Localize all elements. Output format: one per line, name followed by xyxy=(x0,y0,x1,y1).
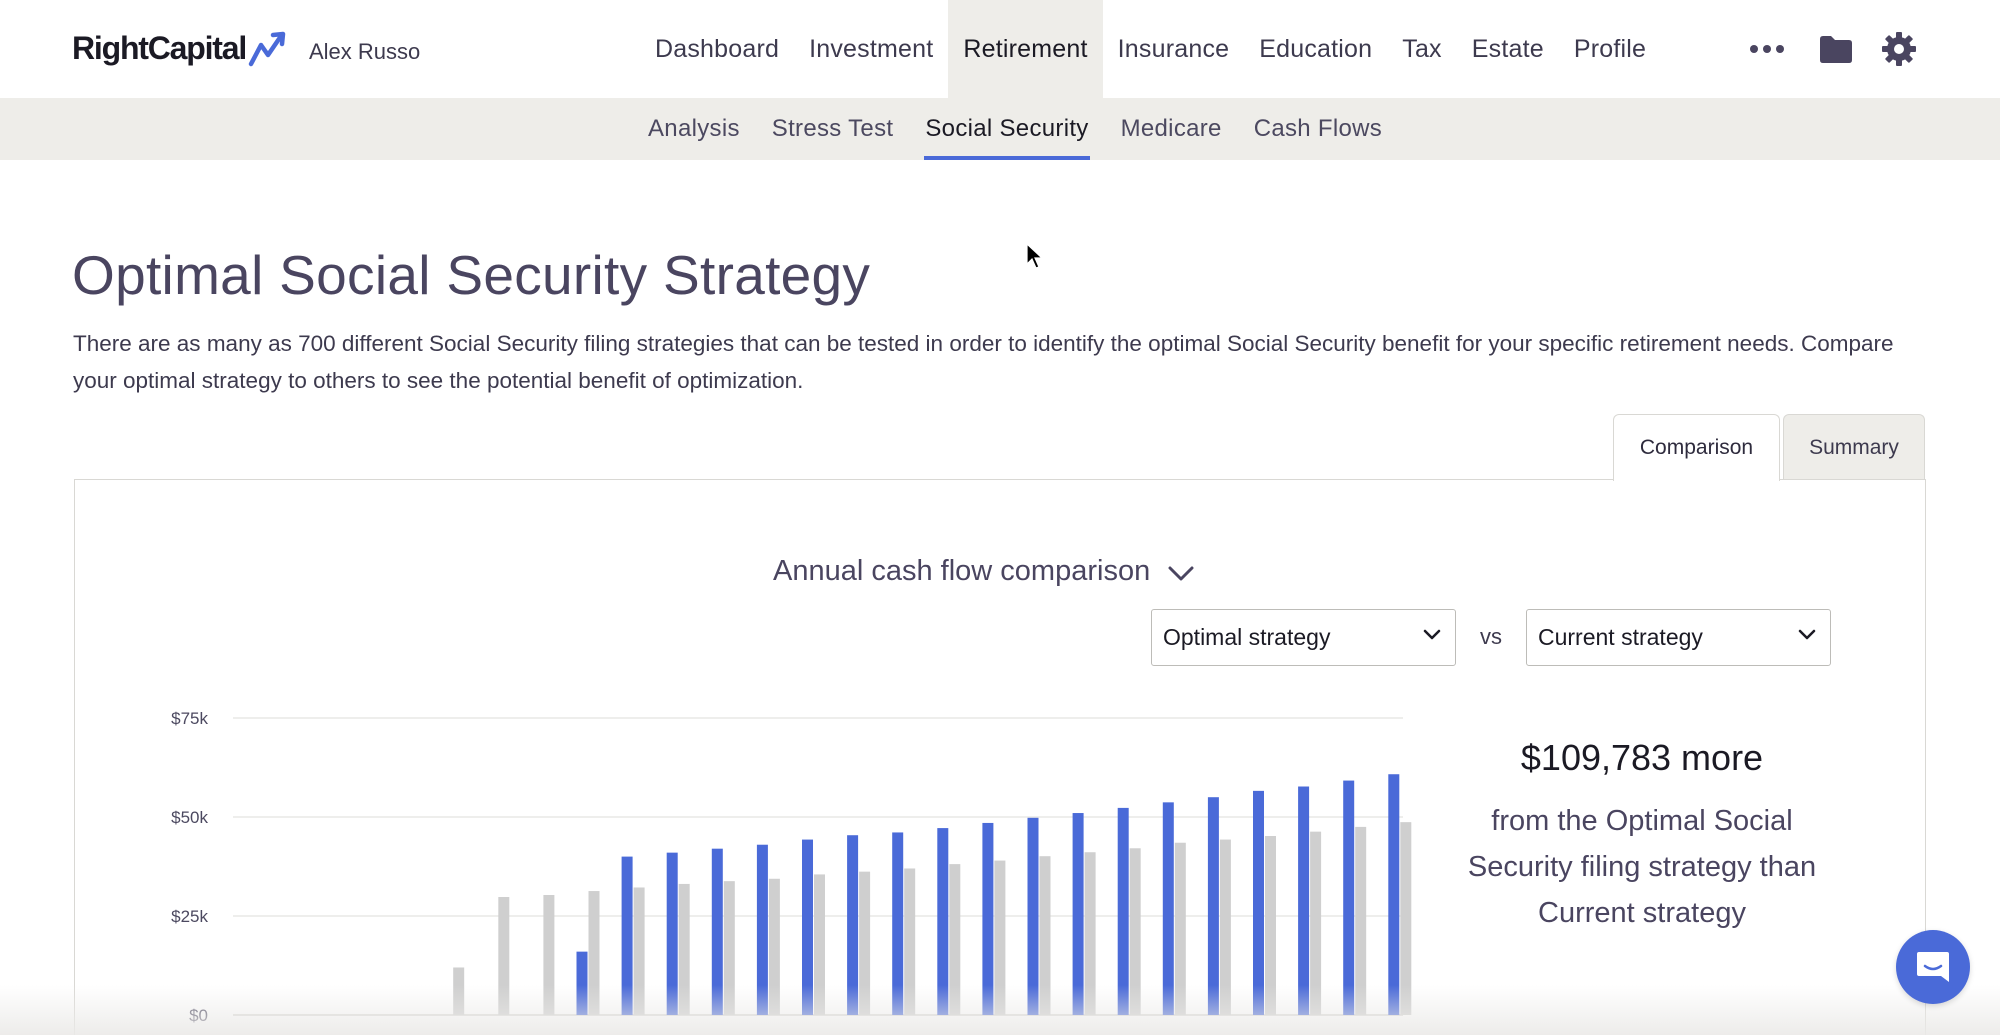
bar-current[interactable] xyxy=(678,883,690,1015)
bar-current[interactable] xyxy=(814,874,825,1015)
bar-optimal[interactable] xyxy=(1207,797,1219,1015)
sub-nav-bar: Analysis Stress Test Social Security Med… xyxy=(0,98,2000,160)
bar-optimal[interactable] xyxy=(1072,813,1084,1015)
bar-optimal[interactable] xyxy=(621,856,633,1015)
bar-current[interactable] xyxy=(949,864,961,1015)
bar-current[interactable] xyxy=(1039,856,1051,1015)
bar-current[interactable] xyxy=(1129,848,1141,1015)
bar-optimal[interactable] xyxy=(892,832,904,1015)
strategy-b-value: Current strategy xyxy=(1538,624,1703,650)
bar-optimal[interactable] xyxy=(1298,786,1310,1015)
gear-icon[interactable] xyxy=(1878,28,1920,70)
chevron-down-icon xyxy=(1423,629,1441,640)
mouse-cursor-icon xyxy=(1026,243,1044,269)
main-nav: Dashboard Investment Retirement Insuranc… xyxy=(640,0,1661,98)
bar-optimal[interactable] xyxy=(847,835,859,1015)
bar-current[interactable] xyxy=(994,860,1006,1015)
bar-current[interactable] xyxy=(633,887,645,1015)
bar-optimal[interactable] xyxy=(711,848,723,1015)
subnav-analysis[interactable]: Analysis xyxy=(632,98,756,160)
subnav-medicare[interactable]: Medicare xyxy=(1105,98,1238,160)
bar-current[interactable] xyxy=(768,878,780,1015)
bar-current[interactable] xyxy=(453,967,465,1015)
bar-current[interactable] xyxy=(1265,836,1276,1015)
rightcapital-logo[interactable]: RightCapital xyxy=(72,30,288,67)
folder-icon[interactable] xyxy=(1815,28,1857,70)
subnav-cash-flows[interactable]: Cash Flows xyxy=(1238,98,1398,160)
subnav-social-security[interactable]: Social Security xyxy=(909,98,1104,160)
strategy-a-select[interactable]: Optimal strategy xyxy=(1151,609,1456,666)
chart-title: Annual cash flow comparison xyxy=(773,555,1151,587)
bar-current[interactable] xyxy=(543,895,555,1015)
logo-arrow-icon xyxy=(248,31,286,66)
bar-optimal[interactable] xyxy=(666,852,678,1015)
subnav-stress-test[interactable]: Stress Test xyxy=(756,98,910,160)
bar-optimal[interactable] xyxy=(937,828,949,1015)
tab-summary[interactable]: Summary xyxy=(1783,414,1925,480)
bar-current[interactable] xyxy=(1174,842,1186,1015)
bar-optimal[interactable] xyxy=(1388,774,1400,1015)
summary-text: from the Optimal Social Security filing … xyxy=(1467,805,1817,929)
chevron-down-icon xyxy=(1168,566,1194,580)
y-tick-label: $25k xyxy=(171,907,208,926)
bar-current[interactable] xyxy=(1400,822,1412,1015)
bar-optimal[interactable] xyxy=(1343,780,1355,1015)
bar-optimal[interactable] xyxy=(1162,802,1174,1015)
bar-current[interactable] xyxy=(588,891,600,1015)
bar-current[interactable] xyxy=(1084,852,1096,1015)
top-bar: RightCapital Alex Russo Dashboard Invest… xyxy=(0,0,2000,98)
tab-comparison[interactable]: Comparison xyxy=(1613,414,1780,481)
bar-current[interactable] xyxy=(859,871,871,1015)
bar-optimal[interactable] xyxy=(1117,807,1129,1015)
strategy-b-select[interactable]: Current strategy xyxy=(1526,609,1831,666)
bar-current[interactable] xyxy=(723,881,735,1015)
nav-education[interactable]: Education xyxy=(1244,0,1387,98)
nav-tax[interactable]: Tax xyxy=(1387,0,1457,98)
summary-amount: $109,783 more xyxy=(1520,737,1764,778)
sub-nav: Analysis Stress Test Social Security Med… xyxy=(632,98,1398,160)
bar-optimal[interactable] xyxy=(802,839,813,1015)
nav-investment[interactable]: Investment xyxy=(794,0,948,98)
client-name[interactable]: Alex Russo xyxy=(309,39,420,65)
nav-profile[interactable]: Profile xyxy=(1559,0,1661,98)
chat-icon xyxy=(1917,952,1949,982)
bar-optimal[interactable] xyxy=(982,822,994,1015)
bar-optimal[interactable] xyxy=(1027,817,1039,1015)
chevron-down-icon xyxy=(1798,629,1816,640)
nav-dashboard[interactable]: Dashboard xyxy=(640,0,794,98)
chart-type-dropdown[interactable]: Annual cash flow comparison xyxy=(773,555,1194,588)
vs-label: vs xyxy=(1480,624,1502,649)
bar-optimal[interactable] xyxy=(756,844,768,1015)
bar-current[interactable] xyxy=(498,896,510,1015)
page-description: There are as many as 700 different Socia… xyxy=(73,331,1894,393)
nav-estate[interactable]: Estate xyxy=(1457,0,1559,98)
y-tick-label: $0 xyxy=(189,1006,208,1025)
nav-insurance[interactable]: Insurance xyxy=(1103,0,1245,98)
bar-current[interactable] xyxy=(904,868,916,1015)
more-icon[interactable] xyxy=(1746,28,1788,70)
cash-flow-bar-chart: $0 $25k $50k $75k xyxy=(171,709,1412,1025)
chat-button[interactable] xyxy=(1896,930,1970,1004)
nav-retirement[interactable]: Retirement xyxy=(948,0,1103,98)
page-title: Optimal Social Security Strategy xyxy=(72,244,871,306)
strategy-a-value: Optimal strategy xyxy=(1163,624,1331,650)
logo-text: RightCapital xyxy=(72,30,247,66)
bar-current[interactable] xyxy=(1219,839,1231,1015)
bar-optimal[interactable] xyxy=(576,951,588,1015)
bar-current[interactable] xyxy=(1310,831,1322,1015)
bar-current[interactable] xyxy=(1355,826,1367,1015)
bar-optimal[interactable] xyxy=(1253,790,1264,1015)
y-tick-label: $75k xyxy=(171,709,208,728)
y-tick-label: $50k xyxy=(171,808,208,827)
